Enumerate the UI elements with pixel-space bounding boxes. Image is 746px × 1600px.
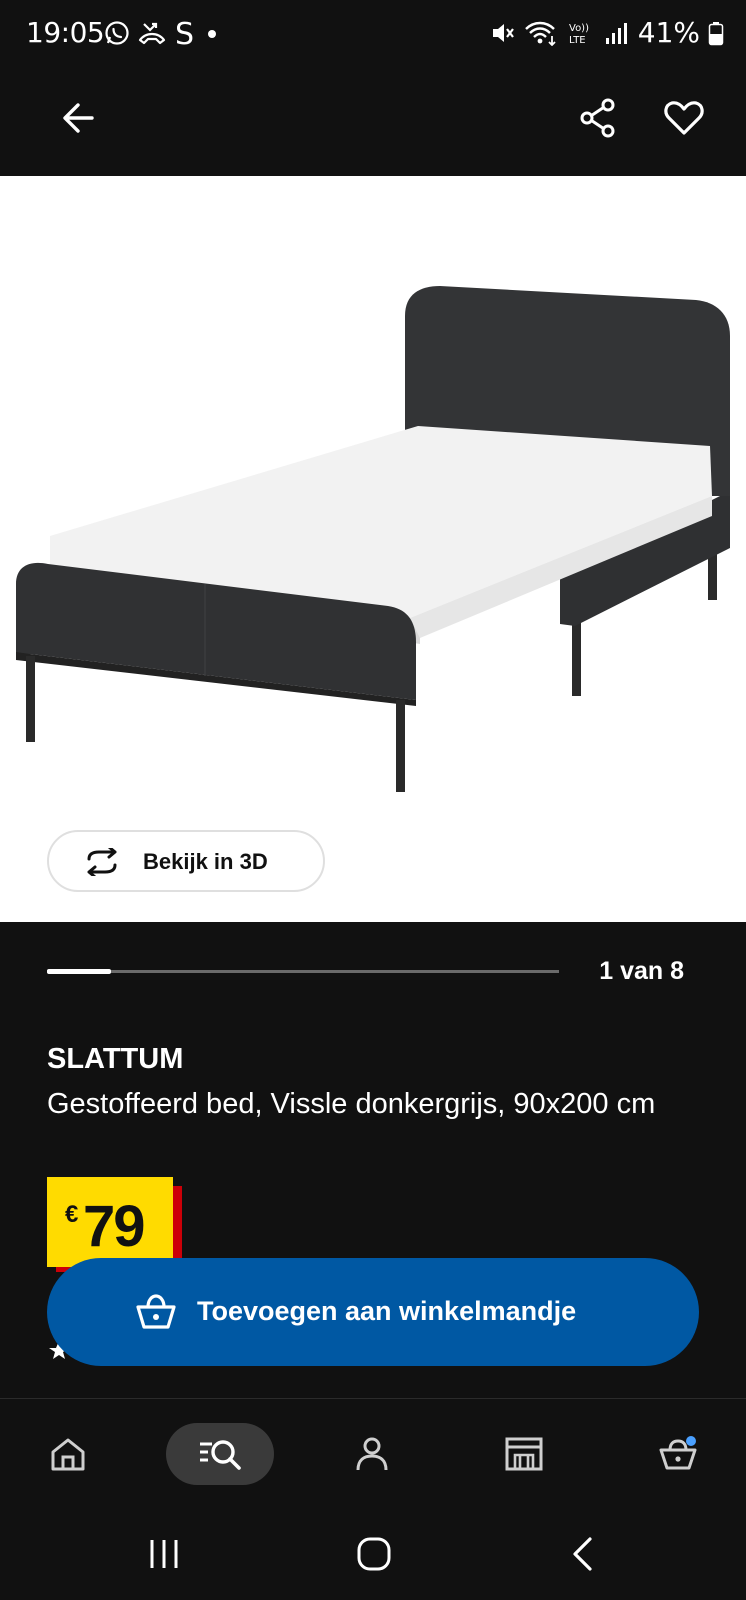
share-icon[interactable] bbox=[574, 94, 622, 142]
add-to-cart-label: Toevoegen aan winkelmandje bbox=[197, 1296, 577, 1326]
nav-search[interactable] bbox=[166, 1423, 274, 1485]
shopping-basket-icon bbox=[136, 1294, 176, 1329]
view-in-3d-button[interactable]: Bekijk in 3D bbox=[47, 830, 325, 892]
dot-icon bbox=[208, 30, 216, 38]
bottom-navigation bbox=[0, 1398, 746, 1508]
store-icon bbox=[505, 1437, 543, 1471]
heart-icon[interactable] bbox=[660, 94, 708, 142]
product-description: Gestoffeerd bed, Vissle donkergrijs, 90x… bbox=[47, 1088, 656, 1120]
price-currency: € bbox=[65, 1201, 79, 1228]
top-app-bar bbox=[0, 68, 746, 176]
svg-text:LTE: LTE bbox=[569, 35, 586, 46]
svg-text:S: S bbox=[175, 18, 194, 48]
status-bar: 19:05 S Vo)) LTE 41% bbox=[0, 0, 746, 68]
s-app-icon: S bbox=[175, 18, 194, 48]
add-to-cart-button[interactable]: Toevoegen aan winkelmandje bbox=[47, 1258, 699, 1366]
notification-icons: S bbox=[104, 18, 220, 48]
recents-icon[interactable] bbox=[140, 1534, 188, 1574]
cart-icon bbox=[659, 1436, 697, 1470]
view-in-3d-label: Bekijk in 3D bbox=[143, 849, 268, 874]
wifi-icon bbox=[524, 21, 556, 46]
whatsapp-icon bbox=[105, 21, 129, 45]
price-tag: € 79 bbox=[47, 1177, 173, 1267]
battery-percent: 41% bbox=[637, 16, 700, 49]
signal-icon bbox=[605, 22, 627, 44]
system-navigation-bar bbox=[0, 1508, 746, 1600]
nav-cart[interactable] bbox=[624, 1423, 732, 1485]
product-image bbox=[16, 286, 730, 792]
cart-badge bbox=[686, 1436, 696, 1446]
image-pager-progress bbox=[47, 969, 111, 974]
home-circle-icon[interactable] bbox=[350, 1534, 398, 1574]
image-pager-count: 1 van 8 bbox=[599, 957, 684, 985]
rotate-3d-icon bbox=[87, 848, 117, 876]
back-chevron-icon[interactable] bbox=[560, 1534, 608, 1574]
volte-icon: Vo)) LTE bbox=[569, 23, 589, 46]
search-icon bbox=[200, 1440, 241, 1470]
nav-profile[interactable] bbox=[318, 1423, 426, 1485]
profile-icon bbox=[356, 1437, 388, 1471]
mute-icon bbox=[492, 23, 514, 42]
nav-home[interactable] bbox=[14, 1423, 122, 1485]
price-value: 79 bbox=[83, 1194, 145, 1259]
system-status-icons: Vo)) LTE 41% bbox=[490, 16, 724, 49]
missed-call-icon bbox=[138, 22, 166, 45]
status-time: 19:05 bbox=[26, 16, 105, 49]
battery-icon bbox=[708, 21, 724, 45]
back-arrow-icon[interactable] bbox=[56, 94, 104, 142]
home-icon bbox=[51, 1438, 85, 1471]
product-name: SLATTUM bbox=[47, 1043, 184, 1075]
product-image-carousel[interactable]: Bekijk in 3D bbox=[0, 176, 746, 922]
image-pager-track bbox=[47, 969, 559, 974]
nav-stores[interactable] bbox=[470, 1423, 578, 1485]
svg-text:Vo)): Vo)) bbox=[569, 23, 589, 34]
